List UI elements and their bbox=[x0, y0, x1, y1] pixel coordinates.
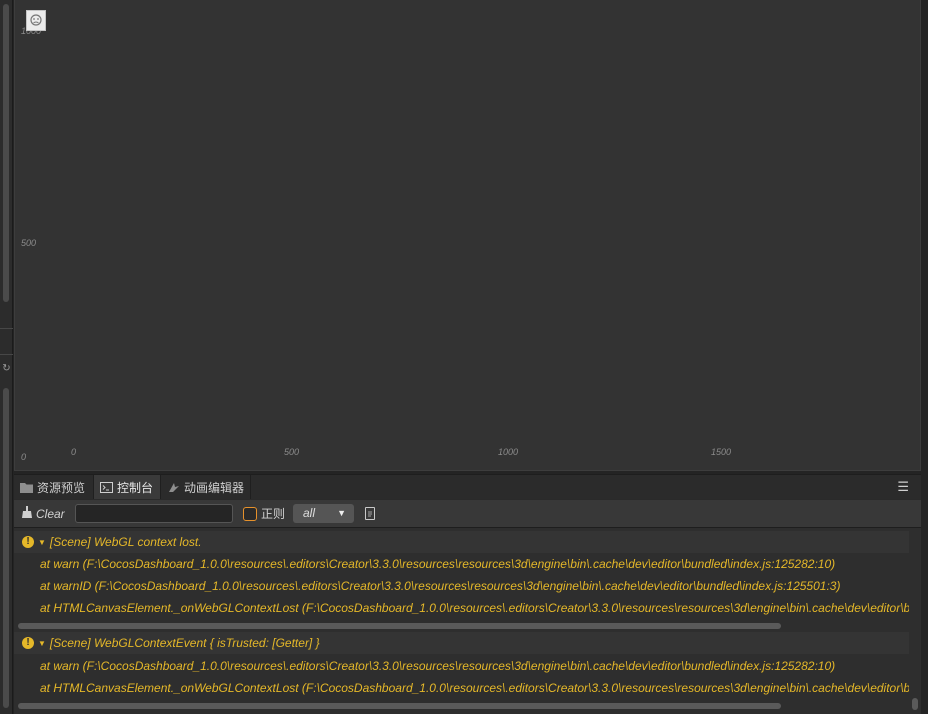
horizontal-scrollbar[interactable] bbox=[18, 623, 781, 629]
console-output[interactable]: ! ▼ [Scene] WebGL context lost. at warn … bbox=[14, 528, 921, 714]
caret-down-icon[interactable]: ▼ bbox=[38, 538, 46, 547]
terminal-icon bbox=[100, 482, 113, 493]
filter-input[interactable] bbox=[75, 504, 233, 523]
stack-trace-line: at warn (F:\CocosDashboard_1.0.0\resourc… bbox=[40, 659, 836, 673]
axis-x-label: 1000 bbox=[498, 447, 519, 457]
left-divider bbox=[0, 328, 13, 329]
warning-icon: ! bbox=[22, 637, 34, 649]
log-level-select[interactable]: all ▼ bbox=[293, 504, 354, 523]
regex-label: 正则 bbox=[261, 507, 286, 521]
tab-label: 动画编辑器 bbox=[184, 481, 245, 495]
chevron-down-icon: ▼ bbox=[337, 508, 346, 518]
axis-y-label: 0 bbox=[21, 452, 27, 462]
open-log-file-icon[interactable] bbox=[365, 507, 375, 520]
axis-x-label: 500 bbox=[284, 447, 300, 457]
log-level-value: all bbox=[303, 506, 316, 520]
vertical-scrollbar[interactable] bbox=[912, 698, 918, 710]
log-entry-title: [Scene] WebGLContextEvent { isTrusted: [… bbox=[49, 636, 320, 650]
stack-trace-line: at HTMLCanvasElement._onWebGLContextLost… bbox=[40, 681, 909, 695]
stack-trace-line: at warnID (F:\CocosDashboard_1.0.0\resou… bbox=[40, 579, 841, 593]
clear-label: Clear bbox=[36, 506, 65, 521]
horizontal-scrollbar[interactable] bbox=[18, 703, 781, 709]
refresh-icon[interactable]: ↻ bbox=[1, 362, 12, 376]
axis-y-label: 500 bbox=[21, 238, 37, 248]
folder-icon bbox=[20, 482, 33, 493]
warning-icon: ! bbox=[22, 536, 34, 548]
broom-icon bbox=[22, 506, 32, 521]
left-panel-strip: ↻ bbox=[0, 0, 13, 714]
stack-trace-line: at warn (F:\CocosDashboard_1.0.0\resourc… bbox=[40, 557, 836, 571]
axis-x-label: 0 bbox=[71, 447, 77, 457]
tab-assets-preview[interactable]: 资源预览 bbox=[14, 475, 94, 500]
scene-view[interactable]: 1000 500 0 0 500 1000 1500 bbox=[14, 0, 921, 471]
clear-button[interactable]: Clear bbox=[22, 506, 65, 521]
regex-toggle[interactable]: 正则 bbox=[243, 505, 285, 522]
stack-trace-line: at HTMLCanvasElement._onWebGLContextLost… bbox=[40, 601, 909, 615]
console-toolbar: Clear 正则 all ▼ bbox=[14, 499, 921, 528]
tab-console[interactable]: 控制台 bbox=[94, 475, 161, 500]
log-entry-header[interactable]: ! ▼ [Scene] WebGLContextEvent { isTruste… bbox=[14, 632, 909, 654]
tab-animation-editor[interactable]: 动画编辑器 bbox=[161, 475, 251, 500]
log-entry-header[interactable]: ! ▼ [Scene] WebGL context lost. bbox=[14, 531, 909, 553]
left-divider-2 bbox=[0, 354, 13, 355]
menu-icon[interactable]: ☰ bbox=[897, 480, 909, 494]
caret-down-icon[interactable]: ▼ bbox=[38, 639, 46, 648]
broken-image-icon bbox=[26, 10, 46, 31]
panel-tab-bar: 资源预览 控制台 动画编辑器 ☰ bbox=[14, 474, 921, 500]
axis-x-label: 1500 bbox=[711, 447, 732, 457]
regex-checkbox[interactable] bbox=[243, 506, 257, 521]
left-scrollbar-bottom[interactable] bbox=[3, 388, 9, 708]
left-scrollbar-top[interactable] bbox=[3, 4, 9, 302]
log-entry-title: [Scene] WebGL context lost. bbox=[49, 535, 202, 549]
tab-label: 控制台 bbox=[117, 481, 154, 495]
tab-label: 资源预览 bbox=[37, 481, 86, 495]
animation-icon bbox=[167, 482, 180, 493]
